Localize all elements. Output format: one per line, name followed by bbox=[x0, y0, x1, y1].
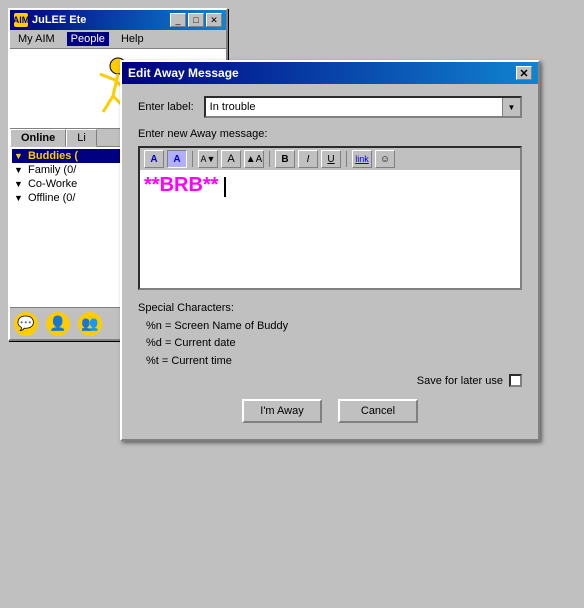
font-bg-btn[interactable]: A bbox=[167, 150, 187, 168]
special-chars-section: Special Characters: %n = Screen Name of … bbox=[138, 300, 522, 370]
italic-btn[interactable]: I bbox=[298, 150, 318, 168]
menu-help[interactable]: Help bbox=[117, 32, 148, 46]
aim-window-title: JuLEE Ete bbox=[32, 14, 166, 26]
text-cursor bbox=[224, 177, 226, 197]
special-char-t: %t = Current time bbox=[138, 353, 522, 371]
dialog-title: Edit Away Message bbox=[128, 66, 239, 80]
minimize-button[interactable]: _ bbox=[170, 13, 186, 27]
format-toolbar: A A A▼ A ▲A B I U link ☺ bbox=[138, 146, 522, 170]
close-button[interactable]: ✕ bbox=[206, 13, 222, 27]
font-normal-btn[interactable]: A bbox=[221, 150, 241, 168]
underline-btn[interactable]: U bbox=[321, 150, 341, 168]
message-content: **BRB** bbox=[144, 174, 218, 196]
tab-list[interactable]: Li bbox=[66, 129, 97, 147]
special-char-n: %n = Screen Name of Buddy bbox=[138, 318, 522, 336]
arrow-icon: ▼ bbox=[14, 151, 23, 161]
arrow-icon: ▼ bbox=[14, 165, 23, 175]
dialog-close-button[interactable]: ✕ bbox=[516, 66, 532, 80]
menu-myaim[interactable]: My AIM bbox=[14, 32, 59, 46]
toolbar-separator-3 bbox=[346, 151, 347, 167]
aim-titlebar-buttons: _ □ ✕ bbox=[170, 13, 222, 27]
bold-btn[interactable]: B bbox=[275, 150, 295, 168]
arrow-icon: ▼ bbox=[14, 193, 23, 203]
im-away-button[interactable]: I'm Away bbox=[242, 399, 322, 423]
save-row: Save for later use bbox=[138, 374, 522, 387]
aim-titlebar: AIM JuLEE Ete _ □ ✕ bbox=[10, 10, 226, 30]
maximize-button[interactable]: □ bbox=[188, 13, 204, 27]
toolbar-separator-1 bbox=[192, 151, 193, 167]
enter-message-label: Enter new Away message: bbox=[138, 128, 522, 140]
cancel-button[interactable]: Cancel bbox=[338, 399, 418, 423]
dropdown-value: In trouble bbox=[206, 98, 502, 116]
arrow-icon: ▼ bbox=[14, 179, 23, 189]
enter-label-text: Enter label: bbox=[138, 101, 194, 113]
dropdown-arrow-btn[interactable]: ▼ bbox=[502, 98, 520, 116]
tab-online[interactable]: Online bbox=[10, 129, 66, 147]
smiley-btn[interactable]: ☺ bbox=[375, 150, 395, 168]
buddy-status-icon[interactable]: 👤 bbox=[46, 312, 70, 336]
font-size-down-btn[interactable]: A▼ bbox=[198, 150, 218, 168]
special-chars-title: Special Characters: bbox=[138, 300, 522, 318]
message-textarea[interactable]: **BRB** bbox=[138, 170, 522, 290]
edit-away-message-dialog: Edit Away Message ✕ Enter label: In trou… bbox=[120, 60, 540, 441]
dialog-buttons: I'm Away Cancel bbox=[138, 399, 522, 427]
aim-menubar: My AIM People Help bbox=[10, 30, 226, 49]
save-checkbox[interactable] bbox=[509, 374, 522, 387]
font-size-up-btn[interactable]: ▲A bbox=[244, 150, 264, 168]
dialog-body: Enter label: In trouble ▼ Enter new Away… bbox=[122, 84, 538, 439]
save-label: Save for later use bbox=[417, 375, 503, 387]
dialog-titlebar: Edit Away Message ✕ bbox=[122, 62, 538, 84]
toolbar-separator-2 bbox=[269, 151, 270, 167]
label-row: Enter label: In trouble ▼ bbox=[138, 96, 522, 118]
chat-status-icon[interactable]: 💬 bbox=[14, 312, 38, 336]
label-dropdown[interactable]: In trouble ▼ bbox=[204, 96, 522, 118]
add-buddy-icon[interactable]: 👥 bbox=[78, 312, 102, 336]
menu-people[interactable]: People bbox=[67, 32, 109, 46]
special-char-d: %d = Current date bbox=[138, 335, 522, 353]
link-btn[interactable]: link bbox=[352, 150, 372, 168]
font-color-btn[interactable]: A bbox=[144, 150, 164, 168]
aim-app-icon: AIM bbox=[14, 13, 28, 27]
